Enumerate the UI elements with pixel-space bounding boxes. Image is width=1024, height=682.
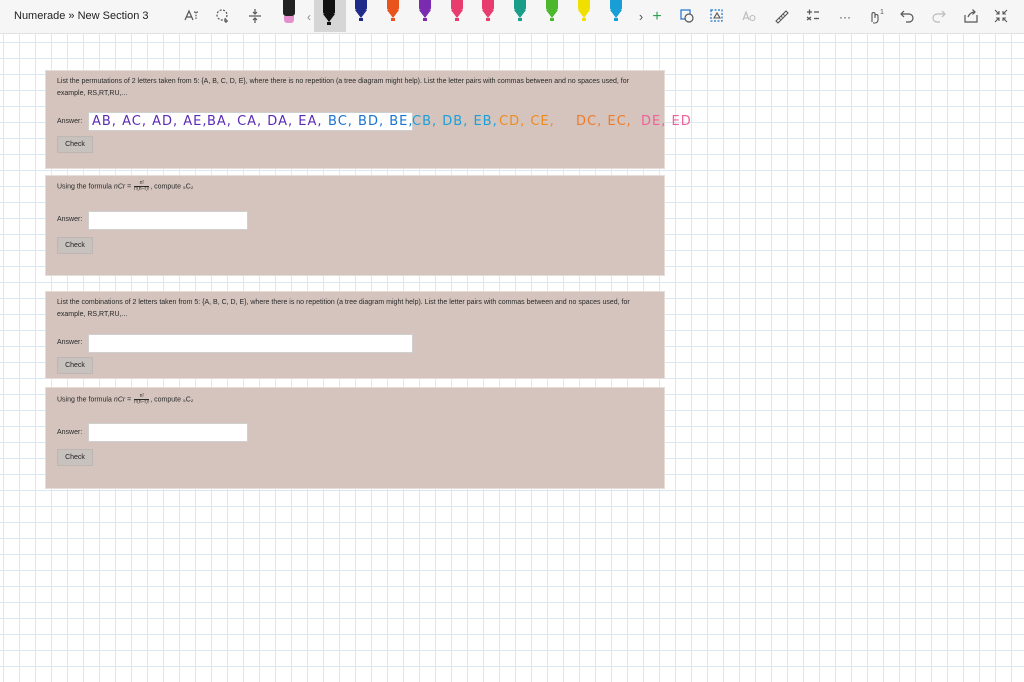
share-icon[interactable] bbox=[962, 8, 980, 26]
breadcrumb[interactable]: Numerade » New Section 3 bbox=[14, 10, 149, 22]
touch-writing-icon[interactable]: 1 bbox=[866, 8, 884, 26]
pen-nib bbox=[550, 18, 554, 21]
touch-badge: 1 bbox=[880, 9, 884, 16]
pen-tip bbox=[610, 10, 622, 18]
answer-label: Answer: bbox=[57, 216, 83, 223]
pen-nib bbox=[486, 18, 490, 21]
formula-text: nCr = bbox=[113, 396, 132, 404]
pen-tip bbox=[419, 10, 431, 18]
pen-tool[interactable] bbox=[481, 0, 495, 26]
more-options-icon[interactable]: ··· bbox=[836, 8, 854, 26]
undo-icon[interactable] bbox=[898, 8, 916, 26]
ink-toolbar: Numerade » New Section 3 ‹ › + ··· 1 bbox=[0, 0, 1024, 34]
answer-label: Answer: bbox=[57, 118, 83, 125]
pen-tool[interactable] bbox=[577, 0, 591, 26]
redo-icon[interactable] bbox=[930, 8, 948, 26]
answer-input[interactable] bbox=[88, 423, 248, 442]
lasso-text-icon[interactable] bbox=[182, 8, 200, 26]
pen-nib bbox=[327, 22, 331, 25]
pen-eraser-tool[interactable] bbox=[282, 0, 296, 26]
answer-input[interactable] bbox=[88, 211, 248, 230]
check-button[interactable]: Check bbox=[57, 136, 93, 153]
pen-tool[interactable] bbox=[450, 0, 464, 26]
pen-tip bbox=[387, 10, 399, 18]
question-suffix: , compute ₅C₂ bbox=[150, 183, 194, 191]
pen-body bbox=[546, 0, 558, 10]
answer-label: Answer: bbox=[57, 339, 83, 346]
check-button[interactable]: Check bbox=[57, 357, 93, 374]
pen-body bbox=[323, 0, 335, 14]
pen-tip bbox=[355, 10, 367, 18]
pen-body bbox=[482, 0, 494, 10]
pen-body bbox=[419, 0, 431, 10]
pen-nib bbox=[359, 18, 363, 21]
shapes-icon[interactable] bbox=[678, 8, 696, 26]
question-card-formula-2: Using the formula nCr = n! r!(n−r)!, comp… bbox=[45, 387, 665, 489]
question-prefix: Using the formula bbox=[57, 396, 114, 404]
question-text: Using the formula nCr = n! r!(n−r)!, comp… bbox=[57, 181, 657, 193]
pen-tip bbox=[482, 10, 494, 18]
pen-tip bbox=[323, 14, 335, 22]
ruler-icon[interactable] bbox=[772, 8, 790, 26]
question-card-formula: Using the formula nCr = n! r!(n−r)!, comp… bbox=[45, 175, 665, 276]
pen-tip bbox=[514, 10, 526, 18]
pen-body bbox=[387, 0, 399, 10]
question-prefix: Using the formula bbox=[57, 183, 114, 191]
collapse-icon[interactable] bbox=[992, 8, 1010, 26]
pen-tool[interactable] bbox=[386, 0, 400, 26]
pen-nib bbox=[391, 18, 395, 21]
question-text: List the permutations of 2 letters taken… bbox=[57, 78, 629, 97]
question-text: Using the formula nCr = n! r!(n−r)!, comp… bbox=[57, 394, 657, 406]
question-card-combinations: List the combinations of 2 letters taken… bbox=[45, 291, 665, 379]
pen-nib bbox=[518, 18, 522, 21]
fraction-denominator: r!(n−r)! bbox=[134, 186, 150, 192]
pen-tool[interactable] bbox=[322, 0, 336, 26]
pen-nib bbox=[582, 18, 586, 21]
check-button[interactable]: Check bbox=[57, 449, 93, 466]
pen-tip bbox=[578, 10, 590, 18]
check-button[interactable]: Check bbox=[57, 237, 93, 254]
formula-fraction: n! r!(n−r)! bbox=[134, 394, 150, 405]
pen-nib bbox=[614, 18, 618, 21]
question-text: List the combinations of 2 letters taken… bbox=[57, 299, 630, 318]
pen-tool[interactable] bbox=[418, 0, 432, 26]
pen-body bbox=[578, 0, 590, 10]
pen-tool[interactable] bbox=[513, 0, 527, 26]
pen-tip bbox=[451, 10, 463, 18]
question-suffix: , compute ₅C₂ bbox=[150, 396, 194, 404]
answer-input[interactable] bbox=[88, 334, 413, 353]
pen-tool[interactable] bbox=[545, 0, 559, 26]
pen-body bbox=[451, 0, 463, 10]
handwriting-segment[interactable]: DE, ED bbox=[641, 114, 692, 129]
add-pen-icon[interactable]: + bbox=[648, 8, 666, 26]
pen-nib bbox=[423, 18, 427, 21]
pen-tool[interactable] bbox=[609, 0, 623, 26]
answer-label: Answer: bbox=[57, 429, 83, 436]
formula-fraction: n! r!(n−r)! bbox=[134, 181, 150, 192]
pen-body bbox=[355, 0, 367, 10]
add-space-icon[interactable] bbox=[246, 8, 264, 26]
pen-body bbox=[610, 0, 622, 10]
ink-to-shape-icon[interactable] bbox=[708, 8, 726, 26]
handwriting-segment[interactable]: CD, CE, bbox=[499, 114, 555, 129]
lasso-select-icon[interactable] bbox=[214, 8, 232, 26]
handwriting-segment[interactable]: CB, DB, EB, bbox=[412, 114, 498, 129]
pen-tip bbox=[546, 10, 558, 18]
pen-body bbox=[514, 0, 526, 10]
fraction-denominator: r!(n−r)! bbox=[134, 399, 150, 405]
handwriting-segment[interactable]: BA, CA, DA, EA, bbox=[207, 114, 323, 129]
pen-nib bbox=[455, 18, 459, 21]
handwriting-segment[interactable]: AB, AC, AD, AE, bbox=[92, 114, 208, 129]
handwriting-segment[interactable]: BC, BD, BE, bbox=[328, 114, 414, 129]
formula-text: nCr = bbox=[113, 183, 132, 191]
pen-tool[interactable] bbox=[354, 0, 368, 26]
handwriting-segment[interactable]: DC, EC, bbox=[576, 114, 632, 129]
ink-to-text-icon[interactable] bbox=[740, 8, 758, 26]
math-icon[interactable] bbox=[804, 8, 822, 26]
